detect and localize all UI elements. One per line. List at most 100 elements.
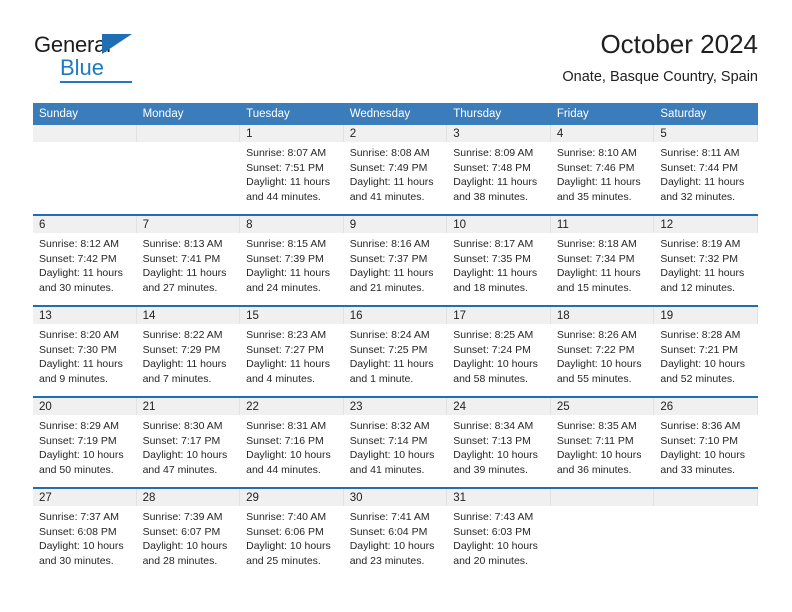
day-cell-inner bbox=[136, 125, 241, 214]
calendar-day-cell[interactable]: 4 Sunrise: 8:10 AM Sunset: 7:46 PM Daylight… bbox=[550, 125, 655, 215]
calendar-header-row: Sunday Monday Tuesday Wednesday Thursday Frid… bbox=[33, 103, 758, 125]
sunset-text: Sunset: 7:30 PM bbox=[39, 343, 117, 356]
day-cell-inner: 3 Sunrise: 8:09 AM Sunset: 7:48 PM Daylight… bbox=[447, 125, 551, 214]
sunset-text: Sunset: 6:08 PM bbox=[39, 525, 117, 538]
sunrise-text: Sunrise: 8:17 AM bbox=[453, 238, 534, 250]
daylight-text: and 30 minutes. bbox=[39, 554, 114, 567]
day-details: Sunrise: 8:09 AM Sunset: 7:48 PM Daylight:… bbox=[447, 142, 551, 204]
day-number: 4 bbox=[550, 125, 655, 142]
day-number: 9 bbox=[343, 216, 448, 233]
daylight-text: Daylight: 10 hours bbox=[660, 358, 746, 371]
day-details: Sunrise: 8:16 AM Sunset: 7:37 PM Daylight:… bbox=[344, 233, 448, 295]
daylight-text: and 47 minutes. bbox=[142, 463, 218, 476]
calendar-day-cell[interactable]: 20 Sunrise: 8:29 AM Sunset: 7:19 PM Dayligh… bbox=[33, 396, 137, 488]
title-block: October 2024 Onate, Basque Country, Spai… bbox=[562, 28, 758, 86]
calendar-day-cell[interactable]: 8 Sunrise: 8:15 AM Sunset: 7:39 PM Daylight… bbox=[240, 214, 344, 306]
calendar-day-cell[interactable]: 1 Sunrise: 8:07 AM Sunset: 7:51 PM Daylight… bbox=[240, 125, 344, 215]
calendar-day-cell[interactable]: 25 Sunrise: 8:35 AM Sunset: 7:11 PM Dayligh… bbox=[550, 396, 655, 488]
calendar-day-cell[interactable]: 12 Sunrise: 8:19 AM Sunset: 7:32 PM Dayligh… bbox=[654, 214, 758, 306]
daylight-text: and 52 minutes. bbox=[660, 372, 736, 385]
day-number: 27 bbox=[33, 489, 137, 506]
calendar-day-cell[interactable]: 2 Sunrise: 8:08 AM Sunset: 7:49 PM Daylight… bbox=[343, 125, 448, 215]
calendar-day-cell[interactable]: 6 Sunrise: 8:12 AM Sunset: 7:42 PM Daylight… bbox=[33, 214, 137, 306]
day-cell-inner: 22 Sunrise: 8:31 AM Sunset: 7:16 PM Dayligh… bbox=[240, 398, 344, 487]
calendar-day-cell[interactable]: 18 Sunrise: 8:26 AM Sunset: 7:22 PM Dayligh… bbox=[550, 305, 655, 397]
daylight-text: and 32 minutes. bbox=[660, 190, 736, 203]
daylight-text: and 1 minute. bbox=[349, 372, 414, 385]
calendar-day-cell[interactable]: 16 Sunrise: 8:24 AM Sunset: 7:25 PM Dayligh… bbox=[343, 305, 448, 397]
daylight-text: and 15 minutes. bbox=[556, 281, 632, 294]
calendar-day-cell[interactable]: 7 Sunrise: 8:13 AM Sunset: 7:41 PM Daylight… bbox=[136, 214, 241, 306]
day-cell-inner: 15 Sunrise: 8:23 AM Sunset: 7:27 PM Dayligh… bbox=[240, 307, 344, 396]
day-cell-inner: 6 Sunrise: 8:12 AM Sunset: 7:42 PM Daylight… bbox=[33, 216, 137, 305]
calendar-day-cell[interactable]: 17 Sunrise: 8:25 AM Sunset: 7:24 PM Dayligh… bbox=[447, 305, 551, 397]
calendar-day-cell[interactable]: 9 Sunrise: 8:16 AM Sunset: 7:37 PM Daylight… bbox=[343, 214, 448, 306]
sunrise-text: Sunrise: 8:24 AM bbox=[349, 329, 430, 341]
calendar-day-cell[interactable] bbox=[136, 125, 241, 215]
calendar-day-cell[interactable]: 28 Sunrise: 7:39 AM Sunset: 6:07 PM Dayligh… bbox=[136, 487, 241, 578]
calendar-day-cell[interactable]: 5 Sunrise: 8:11 AM Sunset: 7:44 PM Daylight… bbox=[654, 125, 758, 215]
sunset-text: Sunset: 7:17 PM bbox=[142, 434, 221, 447]
day-number: 13 bbox=[33, 307, 137, 324]
calendar-day-cell[interactable]: 14 Sunrise: 8:22 AM Sunset: 7:29 PM Dayligh… bbox=[136, 305, 241, 397]
day-details: Sunrise: 8:26 AM Sunset: 7:22 PM Daylight:… bbox=[551, 324, 655, 386]
daylight-text: and 23 minutes. bbox=[349, 554, 425, 567]
calendar-day-cell[interactable]: 11 Sunrise: 8:18 AM Sunset: 7:34 PM Dayligh… bbox=[550, 214, 655, 306]
day-details bbox=[551, 506, 655, 510]
daylight-text: Daylight: 10 hours bbox=[453, 358, 538, 371]
daylight-text: Daylight: 10 hours bbox=[246, 449, 331, 462]
calendar-day-cell[interactable]: 29 Sunrise: 7:40 AM Sunset: 6:06 PM Dayligh… bbox=[240, 487, 344, 578]
daylight-text: Daylight: 11 hours bbox=[246, 176, 330, 189]
daylight-text: Daylight: 10 hours bbox=[246, 540, 331, 553]
calendar-day-cell[interactable]: 3 Sunrise: 8:09 AM Sunset: 7:48 PM Daylight… bbox=[447, 125, 551, 215]
day-number: 21 bbox=[136, 398, 241, 415]
daylight-text: Daylight: 10 hours bbox=[349, 449, 435, 462]
calendar-day-cell[interactable]: 23 Sunrise: 8:32 AM Sunset: 7:14 PM Dayligh… bbox=[343, 396, 448, 488]
sunset-text: Sunset: 7:27 PM bbox=[246, 343, 324, 356]
daylight-text: and 30 minutes. bbox=[39, 281, 114, 294]
calendar-day-cell[interactable] bbox=[654, 487, 758, 578]
sunrise-text: Sunrise: 8:10 AM bbox=[556, 147, 637, 159]
daylight-text: Daylight: 10 hours bbox=[556, 449, 642, 462]
daylight-text: Daylight: 11 hours bbox=[660, 176, 745, 189]
weekday-header-tuesday: Tuesday bbox=[240, 103, 344, 125]
day-number: 29 bbox=[240, 489, 344, 506]
day-cell-inner bbox=[33, 125, 137, 214]
sunrise-text: Sunrise: 8:22 AM bbox=[142, 329, 223, 341]
sunrise-text: Sunrise: 8:09 AM bbox=[453, 147, 534, 159]
calendar-day-cell[interactable]: 19 Sunrise: 8:28 AM Sunset: 7:21 PM Dayligh… bbox=[654, 305, 758, 397]
calendar-day-cell[interactable]: 30 Sunrise: 7:41 AM Sunset: 6:04 PM Dayligh… bbox=[343, 487, 448, 578]
daylight-text: Daylight: 11 hours bbox=[349, 267, 434, 280]
calendar-day-cell[interactable]: 26 Sunrise: 8:36 AM Sunset: 7:10 PM Dayligh… bbox=[654, 396, 758, 488]
weekday-header-saturday: Saturday bbox=[654, 103, 758, 125]
calendar-day-cell[interactable] bbox=[550, 487, 655, 578]
sunrise-text: Sunrise: 8:20 AM bbox=[39, 329, 119, 341]
daylight-text: and 39 minutes. bbox=[453, 463, 528, 476]
day-cell-inner: 19 Sunrise: 8:28 AM Sunset: 7:21 PM Dayligh… bbox=[654, 307, 758, 396]
calendar-day-cell[interactable]: 15 Sunrise: 8:23 AM Sunset: 7:27 PM Dayligh… bbox=[240, 305, 344, 397]
calendar-day-cell[interactable]: 27 Sunrise: 7:37 AM Sunset: 6:08 PM Dayligh… bbox=[33, 487, 137, 578]
sunrise-text: Sunrise: 8:16 AM bbox=[349, 238, 430, 250]
daylight-text: Daylight: 11 hours bbox=[453, 176, 538, 189]
daylight-text: and 18 minutes. bbox=[453, 281, 528, 294]
calendar-day-cell[interactable]: 13 Sunrise: 8:20 AM Sunset: 7:30 PM Dayligh… bbox=[33, 305, 137, 397]
sunset-text: Sunset: 7:35 PM bbox=[453, 252, 531, 265]
day-details: Sunrise: 8:34 AM Sunset: 7:13 PM Daylight:… bbox=[447, 415, 551, 477]
calendar-day-cell[interactable]: 22 Sunrise: 8:31 AM Sunset: 7:16 PM Dayligh… bbox=[240, 396, 344, 488]
calendar-day-cell[interactable]: 10 Sunrise: 8:17 AM Sunset: 7:35 PM Dayligh… bbox=[447, 214, 551, 306]
sunset-text: Sunset: 7:42 PM bbox=[39, 252, 117, 265]
sunset-text: Sunset: 7:32 PM bbox=[660, 252, 739, 265]
calendar-day-cell[interactable]: 24 Sunrise: 8:34 AM Sunset: 7:13 PM Dayligh… bbox=[447, 396, 551, 488]
day-details: Sunrise: 8:25 AM Sunset: 7:24 PM Daylight:… bbox=[447, 324, 551, 386]
sunrise-text: Sunrise: 8:30 AM bbox=[142, 420, 223, 432]
daylight-text: Daylight: 11 hours bbox=[39, 267, 123, 280]
day-number: 26 bbox=[654, 398, 758, 415]
daylight-text: and 7 minutes. bbox=[142, 372, 212, 385]
day-details: Sunrise: 8:17 AM Sunset: 7:35 PM Daylight:… bbox=[447, 233, 551, 295]
calendar-day-cell[interactable]: 31 Sunrise: 7:43 AM Sunset: 6:03 PM Dayligh… bbox=[447, 487, 551, 578]
sunset-text: Sunset: 7:51 PM bbox=[246, 161, 324, 174]
calendar-day-cell[interactable] bbox=[33, 125, 137, 215]
calendar-day-cell[interactable]: 21 Sunrise: 8:30 AM Sunset: 7:17 PM Dayligh… bbox=[136, 396, 241, 488]
day-details: Sunrise: 8:36 AM Sunset: 7:10 PM Daylight:… bbox=[654, 415, 758, 477]
daylight-text: Daylight: 11 hours bbox=[556, 267, 641, 280]
